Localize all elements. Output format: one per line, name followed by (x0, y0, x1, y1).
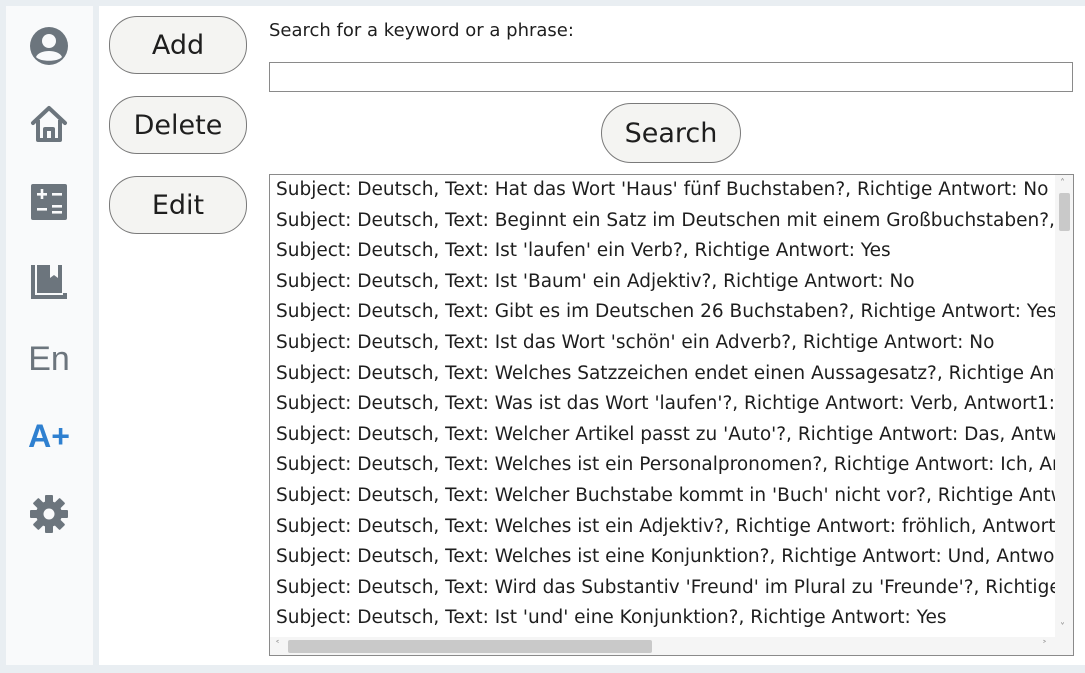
english-icon[interactable]: En (28, 338, 70, 380)
list-item[interactable]: Subject: Deutsch, Text: Hat das Wort 'Ha… (270, 175, 1055, 206)
list-item[interactable]: Subject: Deutsch, Text: Was ist das Wort… (270, 389, 1055, 420)
list-item[interactable]: Subject: Deutsch, Text: Ist 'laufen' ein… (270, 236, 1055, 267)
list-item[interactable]: Subject: Deutsch, Text: Welcher Buchstab… (270, 481, 1055, 512)
list-item[interactable]: Subject: Deutsch, Text: Welches ist ein … (270, 512, 1055, 543)
search-input[interactable] (269, 62, 1073, 92)
delete-button[interactable]: Delete (109, 96, 247, 154)
list-item[interactable]: Subject: Deutsch, Text: Welches Satzzeic… (270, 359, 1055, 390)
english-label: En (28, 339, 70, 378)
edit-button[interactable]: Edit (109, 176, 247, 234)
search-label: Search for a keyword or a phrase: (269, 20, 574, 41)
scroll-down-arrow-icon[interactable]: ˅ (1060, 623, 1065, 633)
book-icon[interactable] (28, 260, 70, 302)
account-circle-icon[interactable] (28, 25, 70, 67)
scrollbar-corner (1055, 637, 1073, 655)
gear-icon[interactable] (28, 493, 70, 535)
list-item[interactable]: Subject: Deutsch, Text: Ist 'Baum' ein A… (270, 267, 1055, 298)
home-icon[interactable] (28, 103, 70, 145)
add-button[interactable]: Add (109, 16, 247, 74)
vertical-scrollbar[interactable]: ˄ ˅ (1055, 175, 1073, 637)
search-button[interactable]: Search (601, 103, 741, 163)
list-item[interactable]: Subject: Deutsch, Text: Wird das Substan… (270, 573, 1055, 604)
calculator-icon[interactable] (28, 181, 70, 223)
scroll-up-arrow-icon[interactable]: ˄ (1060, 179, 1065, 189)
vertical-scroll-thumb[interactable] (1059, 193, 1070, 231)
list-item[interactable]: Subject: Deutsch, Text: Welches ist eine… (270, 542, 1055, 573)
horizontal-scrollbar[interactable]: ˂ ˃ (270, 637, 1055, 655)
list-item[interactable]: Subject: Deutsch, Text: Ist 'und' eine K… (270, 603, 1055, 634)
list-item[interactable]: Subject: Deutsch, Text: Ist das Wort 'sc… (270, 328, 1055, 359)
scroll-left-arrow-icon[interactable]: ˂ (275, 641, 280, 651)
scroll-right-arrow-icon[interactable]: ˃ (1042, 641, 1047, 651)
horizontal-scroll-thumb[interactable] (288, 640, 652, 653)
grade-label: A+ (28, 417, 70, 454)
list-item[interactable]: Subject: Deutsch, Text: Welcher Artikel … (270, 420, 1055, 451)
results-list[interactable]: Subject: Deutsch, Text: Hat das Wort 'Ha… (269, 174, 1074, 656)
results-list-items: Subject: Deutsch, Text: Hat das Wort 'Ha… (270, 175, 1055, 637)
list-item[interactable]: Subject: Deutsch, Text: Welches ist ein … (270, 450, 1055, 481)
main-panel: Add Delete Edit Search for a keyword or … (99, 6, 1085, 665)
grade-icon[interactable]: A+ (28, 415, 70, 457)
list-item[interactable]: Subject: Deutsch, Text: Beginnt ein Satz… (270, 206, 1055, 237)
sidebar: En A+ (6, 6, 93, 665)
list-item[interactable]: Subject: Deutsch, Text: Gibt es im Deuts… (270, 297, 1055, 328)
